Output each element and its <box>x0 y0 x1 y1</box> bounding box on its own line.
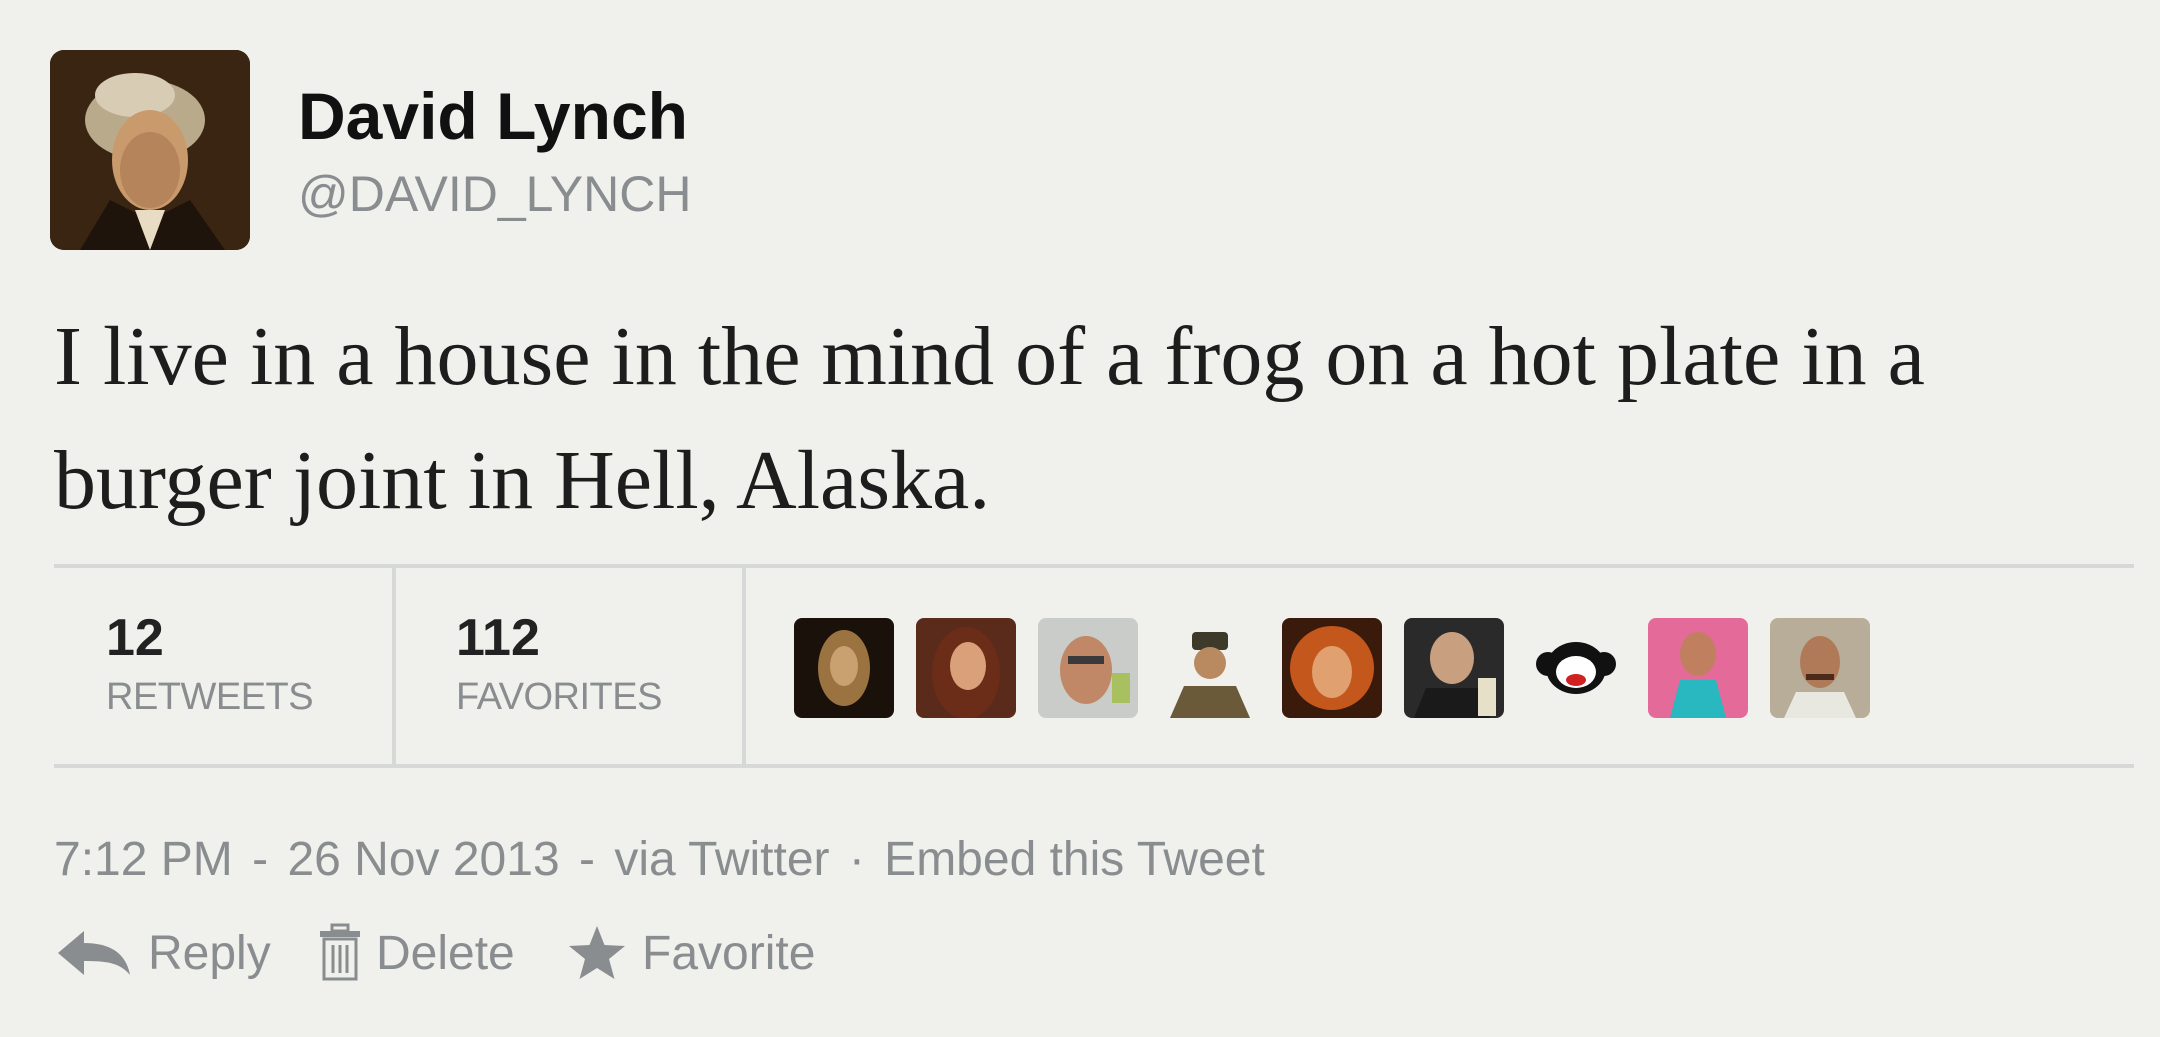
favorites-label: FAVORITES <box>456 676 662 718</box>
retweets-stat[interactable]: 12 RETWEETS <box>54 568 396 764</box>
embed-link[interactable]: Embed this Tweet <box>884 833 1265 886</box>
trash-icon <box>320 923 360 981</box>
favoriter-avatar-2[interactable] <box>916 618 1016 718</box>
tweet-stats: 12 RETWEETS 112 FAVORITES <box>54 564 2134 768</box>
meta-separator: - <box>578 833 595 886</box>
meta-dot: · <box>848 833 865 886</box>
favorite-label: Favorite <box>642 926 816 980</box>
favorite-button[interactable]: Favorite <box>566 918 815 988</box>
reply-arrow-icon <box>58 931 130 975</box>
retweets-count: 12 <box>106 609 164 667</box>
favoriter-avatar-3[interactable] <box>1038 618 1138 718</box>
reply-button[interactable]: Reply <box>54 918 271 988</box>
profile-avatar[interactable] <box>50 50 250 250</box>
tweet-source: via Twitter <box>614 833 830 886</box>
retweets-label: RETWEETS <box>106 676 314 718</box>
meta-separator: - <box>252 833 269 886</box>
tweet-meta: 7:12 PM - 26 Nov 2013 - via Twitter · Em… <box>54 832 1265 887</box>
favoriter-avatar-4[interactable] <box>1160 618 1260 718</box>
user-handle[interactable]: @DAVID_LYNCH <box>298 165 691 223</box>
delete-button[interactable]: Delete <box>318 918 515 988</box>
user-name[interactable]: David Lynch <box>298 78 688 154</box>
reply-label: Reply <box>148 926 271 980</box>
favoriter-avatar-1[interactable] <box>794 618 894 718</box>
favoriter-avatar-6[interactable] <box>1404 618 1504 718</box>
favorites-count: 112 <box>456 609 540 667</box>
tweet-text: I live in a house in the mind of a frog … <box>54 310 1925 527</box>
favoriter-avatar-8[interactable] <box>1648 618 1748 718</box>
tweet-date[interactable]: 26 Nov 2013 <box>287 833 559 886</box>
favoriter-avatar-5[interactable] <box>1282 618 1382 718</box>
favoriter-avatar-7[interactable] <box>1526 618 1626 718</box>
delete-label: Delete <box>376 926 515 980</box>
tweet-card: David Lynch @DAVID_LYNCH I live in a hou… <box>0 0 2160 1037</box>
tweet-time[interactable]: 7:12 PM <box>54 833 233 886</box>
favoriter-avatar-9[interactable] <box>1770 618 1870 718</box>
favorites-stat[interactable]: 112 FAVORITES <box>396 568 746 764</box>
star-icon <box>569 926 625 979</box>
profile-photo-icon <box>50 50 250 250</box>
